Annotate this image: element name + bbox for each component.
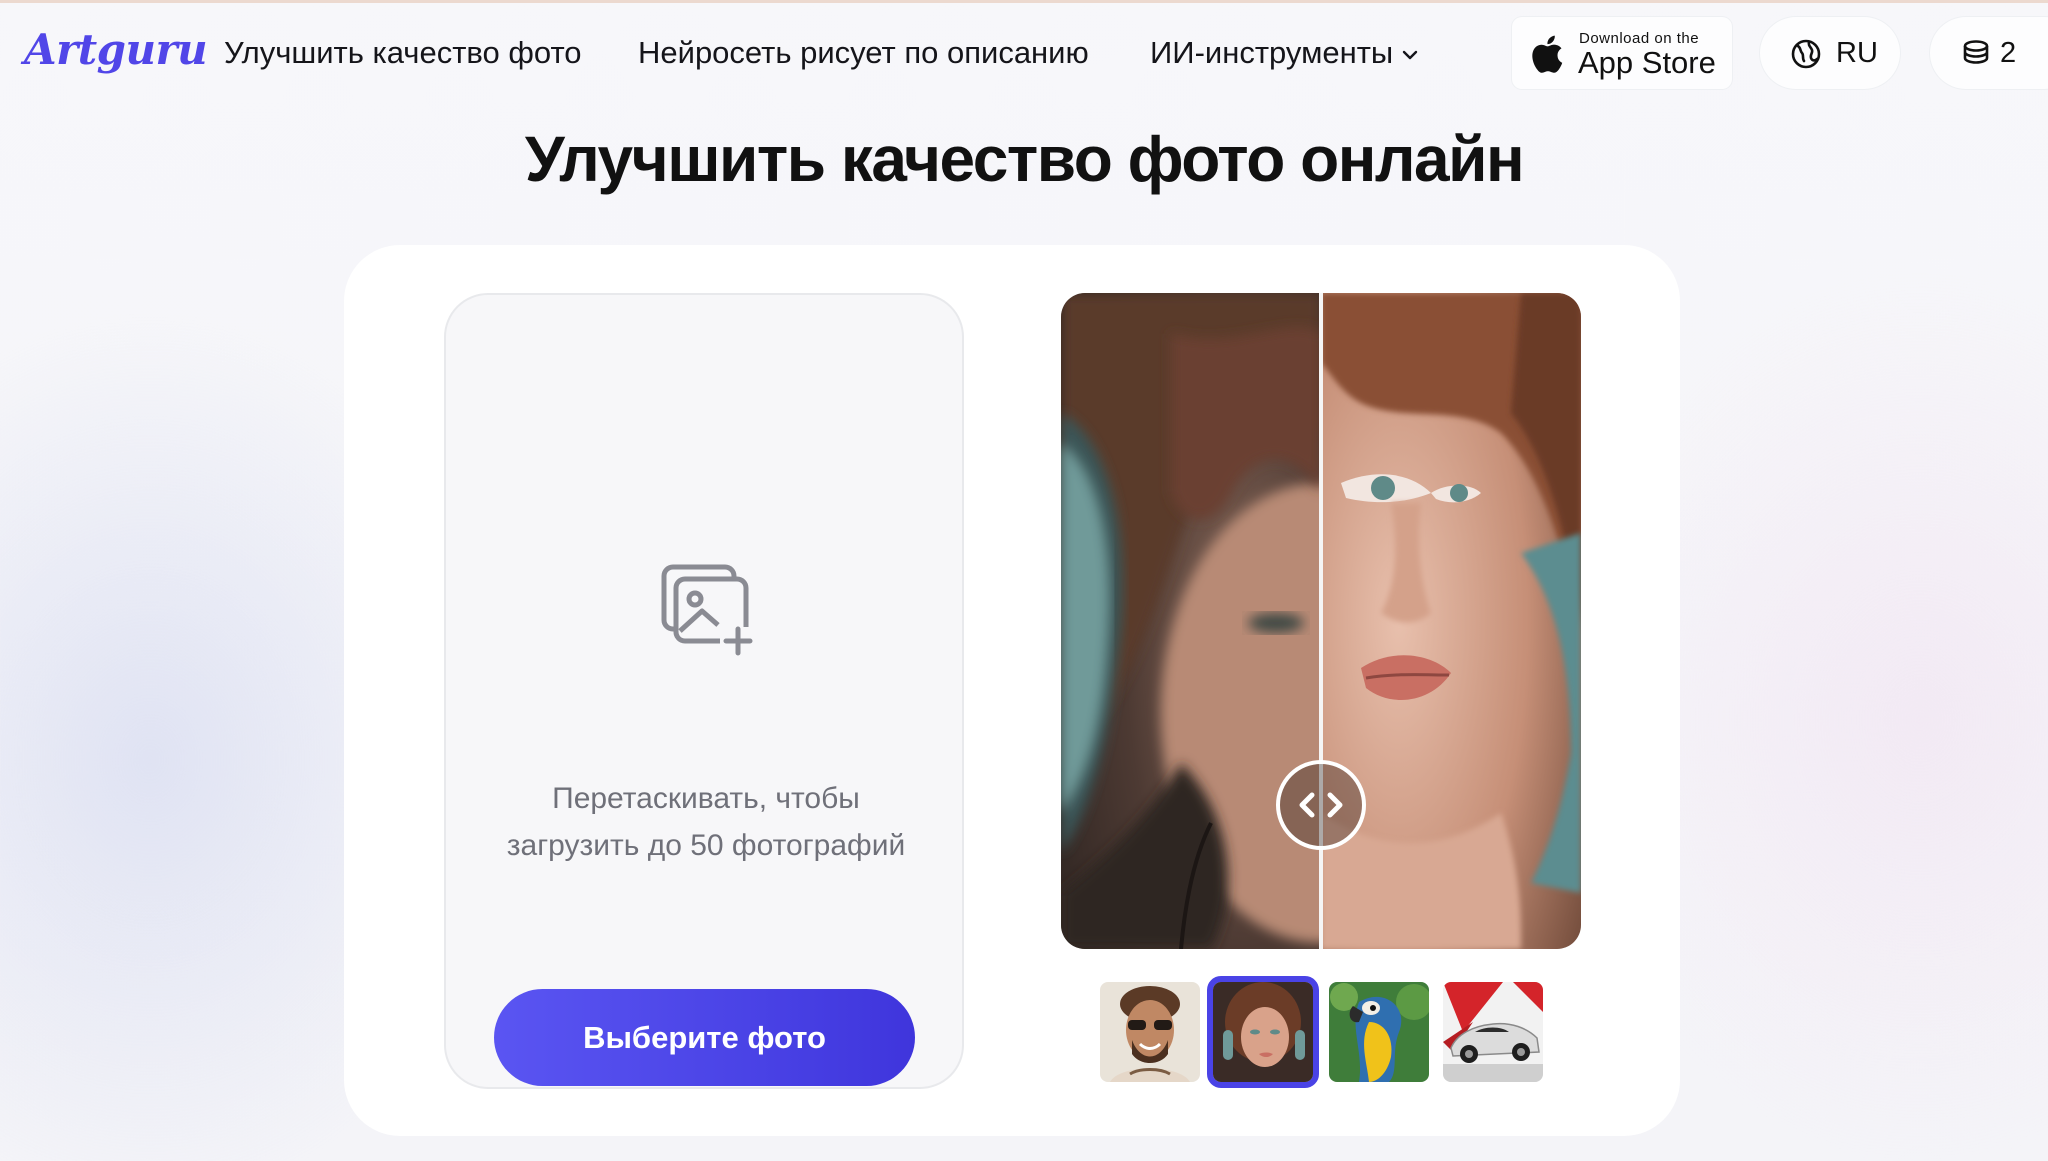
sample-thumb-girl[interactable] (1207, 976, 1319, 1088)
sample-thumb-parrot[interactable] (1329, 982, 1429, 1082)
parrot-image (1329, 982, 1429, 1082)
after-image (1321, 293, 1581, 949)
nav-ai-tools-label: ИИ-инструменты (1150, 35, 1394, 70)
credits-count: 2 (2000, 37, 2017, 69)
upload-dropzone[interactable]: Перетаскивать, чтобы загрузить до 50 фот… (444, 293, 964, 1089)
man-sunglasses-image (1100, 982, 1200, 1082)
sample-thumb-man[interactable] (1100, 982, 1200, 1082)
chevron-down-icon (1403, 50, 1418, 60)
header: Artguru Улучшить качество фото Нейросеть… (0, 3, 2048, 103)
language-selector[interactable]: RU (1760, 17, 1900, 89)
sports-car-image (1443, 982, 1543, 1082)
nav-ai-tools[interactable]: ИИ-инструменты (1150, 35, 1419, 71)
before-image (1061, 293, 1321, 949)
logo[interactable]: Artguru (24, 25, 208, 74)
nav-enhance-photo[interactable]: Улучшить качество фото (224, 35, 582, 71)
credits-counter[interactable]: 2 (1930, 17, 2048, 89)
sample-thumb-car[interactable] (1443, 982, 1543, 1082)
coins-stack-icon (1963, 40, 1989, 64)
apple-icon (1532, 35, 1563, 73)
page-title: Улучшить качество фото онлайн (524, 123, 1525, 195)
before-after-viewer[interactable] (1061, 293, 1581, 949)
arrows-left-right-icon (1299, 792, 1343, 818)
enhancer-card: Перетаскивать, чтобы загрузить до 50 фот… (344, 245, 1680, 1136)
language-label: RU (1836, 37, 1878, 69)
add-image-icon (661, 564, 753, 656)
upload-instructions: Перетаскивать, чтобы загрузить до 50 фот… (446, 775, 966, 869)
choose-photo-button[interactable]: Выберите фото (494, 989, 915, 1086)
compare-divider[interactable] (1319, 293, 1323, 949)
app-store-badge[interactable]: Download on the App Store (1512, 17, 1732, 89)
globe-icon (1791, 39, 1821, 69)
sample-thumbnails (1100, 976, 1560, 1088)
compare-slider-handle[interactable] (1276, 760, 1366, 850)
upload-instructions-line2: загрузить до 50 фотографий (506, 829, 906, 862)
girl-headphones-image (1213, 982, 1313, 1082)
upload-instructions-line1: Перетаскивать, чтобы (552, 782, 860, 815)
nav-text-to-image[interactable]: Нейросеть рисует по описанию (638, 35, 1089, 71)
app-store-big-text: App Store (1578, 45, 1716, 80)
